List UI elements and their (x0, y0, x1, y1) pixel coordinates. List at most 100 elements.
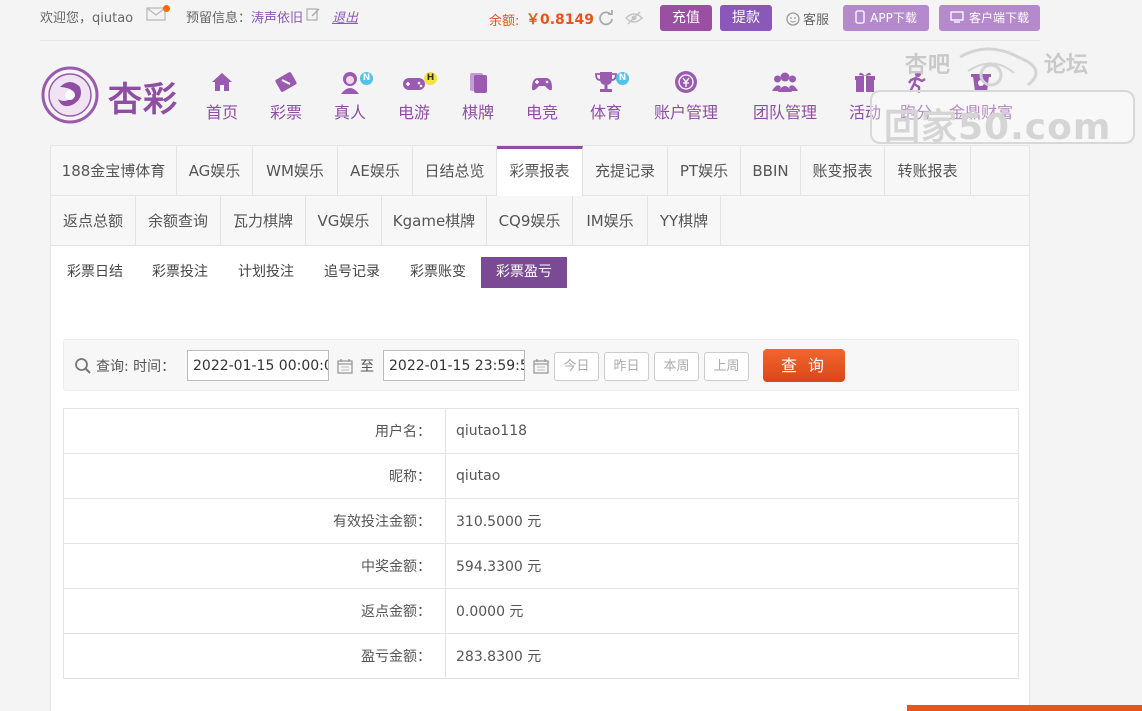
tab-ae[interactable]: AE娱乐 (338, 146, 413, 196)
subtab-lottery-daily[interactable]: 彩票日结 (57, 257, 133, 288)
unread-dot (163, 5, 170, 12)
tab-row-2: 返点总额 余额查询 瓦力棋牌 VG娱乐 Kgame棋牌 CQ9娱乐 IM娱乐 Y… (51, 196, 1029, 246)
gamepad-icon (403, 78, 425, 90)
new-badge: N (360, 72, 373, 85)
tab-yy-cards[interactable]: YY棋牌 (648, 196, 721, 246)
tab-bbin[interactable]: BBIN (741, 146, 801, 196)
row-key: 返点金额： (63, 588, 446, 634)
customer-service-link[interactable]: 客服 (786, 9, 829, 28)
nav-label: 棋牌 (461, 103, 494, 122)
end-time-input[interactable] (383, 350, 525, 381)
nav-lottery[interactable]: 彩票 (267, 68, 305, 123)
tab-wm[interactable]: WM娱乐 (253, 146, 338, 196)
today-button[interactable]: 今日 (554, 352, 599, 381)
tab-pt[interactable]: PT娱乐 (668, 146, 741, 196)
to-label: 至 (360, 359, 374, 375)
hide-balance-eye-icon[interactable] (625, 9, 643, 27)
row-key: 中奖金额： (63, 543, 446, 589)
tab-balance-query[interactable]: 余额查询 (136, 196, 221, 246)
tab-vg[interactable]: VG娱乐 (306, 196, 382, 246)
top-bar: 欢迎您，qiutao 预留信息： 涛声依旧 退出 余额: ￥0.8149 充值 … (0, 0, 1142, 40)
nav-label: 电竞 (525, 103, 558, 122)
watermark-text-left: 杏吧 (905, 53, 952, 78)
tab-188jbb-sports[interactable]: 188金宝博体育 (51, 146, 177, 196)
nav-esports[interactable]: 电竞 (523, 68, 561, 123)
nav-label: 彩票 (269, 103, 302, 122)
tab-im[interactable]: IM娱乐 (573, 196, 648, 246)
monitor-icon (950, 11, 964, 23)
nav-account[interactable]: 账户管理 (651, 68, 721, 123)
tab-cq9[interactable]: CQ9娱乐 (487, 196, 573, 246)
tab-rebate-total[interactable]: 返点总额 (51, 196, 136, 246)
nav-egame[interactable]: H 电游 (395, 68, 437, 123)
nav-label: 真人 (333, 103, 366, 122)
calendar-icon[interactable] (533, 358, 549, 374)
tab-kgame-cards[interactable]: Kgame棋牌 (382, 196, 487, 246)
home-icon (212, 73, 232, 91)
balance-label: 余额: (489, 14, 520, 29)
report-panel: 188金宝博体育 AG娱乐 WM娱乐 AE娱乐 日结总览 彩票报表 充提记录 P… (50, 145, 1030, 711)
start-time-input[interactable] (187, 350, 329, 381)
subtab-lottery-bets[interactable]: 彩票投注 (143, 257, 217, 288)
tab-daily-overview[interactable]: 日结总览 (413, 146, 497, 196)
esports-controller-icon (532, 78, 552, 91)
yesterday-button[interactable]: 昨日 (604, 352, 649, 381)
balance-value: ￥0.8149 (526, 12, 595, 28)
nav-sports[interactable]: N 体育 (587, 68, 629, 123)
row-value: qiutao (445, 453, 1019, 499)
nav-live[interactable]: N 真人 (331, 68, 373, 123)
edit-icon[interactable] (306, 7, 320, 21)
row-value: qiutao118 (445, 408, 1019, 454)
nav-cards[interactable]: 棋牌 (459, 68, 497, 123)
cards-icon (470, 73, 487, 93)
live-dealer-icon (341, 72, 359, 94)
nav-label: 电游 (397, 103, 430, 122)
recharge-button[interactable]: 充值 (660, 5, 712, 31)
subtab-lottery-profit-loss[interactable]: 彩票盈亏 (481, 257, 567, 288)
nav-label: 账户管理 (653, 103, 718, 122)
last-week-button[interactable]: 上周 (704, 352, 749, 381)
tab-wali-cards[interactable]: 瓦力棋牌 (221, 196, 306, 246)
row-key: 有效投注金额： (63, 498, 446, 544)
tab-transfer-report[interactable]: 转账报表 (885, 146, 971, 196)
tab-lottery-report[interactable]: 彩票报表 (497, 146, 583, 197)
reserve-info-value: 涛声依旧 (251, 11, 304, 26)
client-download-label: 客户端下载 (968, 11, 1029, 25)
tab-ag[interactable]: AG娱乐 (177, 146, 253, 196)
tab-deposit-withdraw-records[interactable]: 充提记录 (583, 146, 668, 196)
query-label: 查询: 时间： (96, 359, 176, 375)
subtab-plan-bets[interactable]: 计划投注 (229, 257, 303, 288)
table-row: 返点金额： 0.0000 元 (63, 588, 1019, 634)
team-icon (772, 72, 798, 92)
watermark-main-text: 回家50.com (884, 107, 1112, 148)
bottom-accent-bar (907, 705, 1142, 711)
subtab-chase-records[interactable]: 追号记录 (315, 257, 389, 288)
query-bar: 查询: 时间： 至 今日 昨日 本周 上周 查 询 (63, 339, 1019, 391)
table-row: 中奖金额： 594.3300 元 (63, 543, 1019, 589)
nav-label: 团队管理 (752, 103, 817, 122)
tab-row-1: 188金宝博体育 AG娱乐 WM娱乐 AE娱乐 日结总览 彩票报表 充提记录 P… (51, 146, 1029, 197)
refresh-icon[interactable] (597, 9, 615, 27)
logout-link[interactable]: 退出 (332, 7, 358, 26)
reserve-info-label: 预留信息： (186, 11, 252, 26)
row-value: 594.3300 元 (445, 543, 1019, 589)
calendar-icon[interactable] (337, 358, 353, 374)
query-button[interactable]: 查 询 (763, 349, 845, 382)
nav-team[interactable]: 团队管理 (749, 68, 821, 123)
row-key: 昵称： (63, 453, 446, 499)
search-icon (75, 358, 91, 374)
table-row: 昵称： qiutao (63, 453, 1019, 499)
tab-balance-change-report[interactable]: 账变报表 (801, 146, 885, 196)
logo-text[interactable]: 杏彩 (108, 72, 178, 121)
row-key: 盈亏金额： (63, 633, 446, 679)
watermark-text-right: 论坛 (1044, 53, 1089, 78)
app-download-button[interactable]: APP下载 (843, 5, 929, 31)
client-download-button[interactable]: 客户端下载 (939, 5, 1040, 31)
nav-home[interactable]: 首页 (203, 68, 241, 123)
phone-icon (855, 10, 865, 24)
nav-label: 体育 (589, 103, 622, 122)
this-week-button[interactable]: 本周 (654, 352, 699, 381)
row-value: 283.8300 元 (445, 633, 1019, 679)
withdraw-button[interactable]: 提款 (720, 5, 772, 31)
subtab-lottery-changes[interactable]: 彩票账变 (401, 257, 475, 288)
